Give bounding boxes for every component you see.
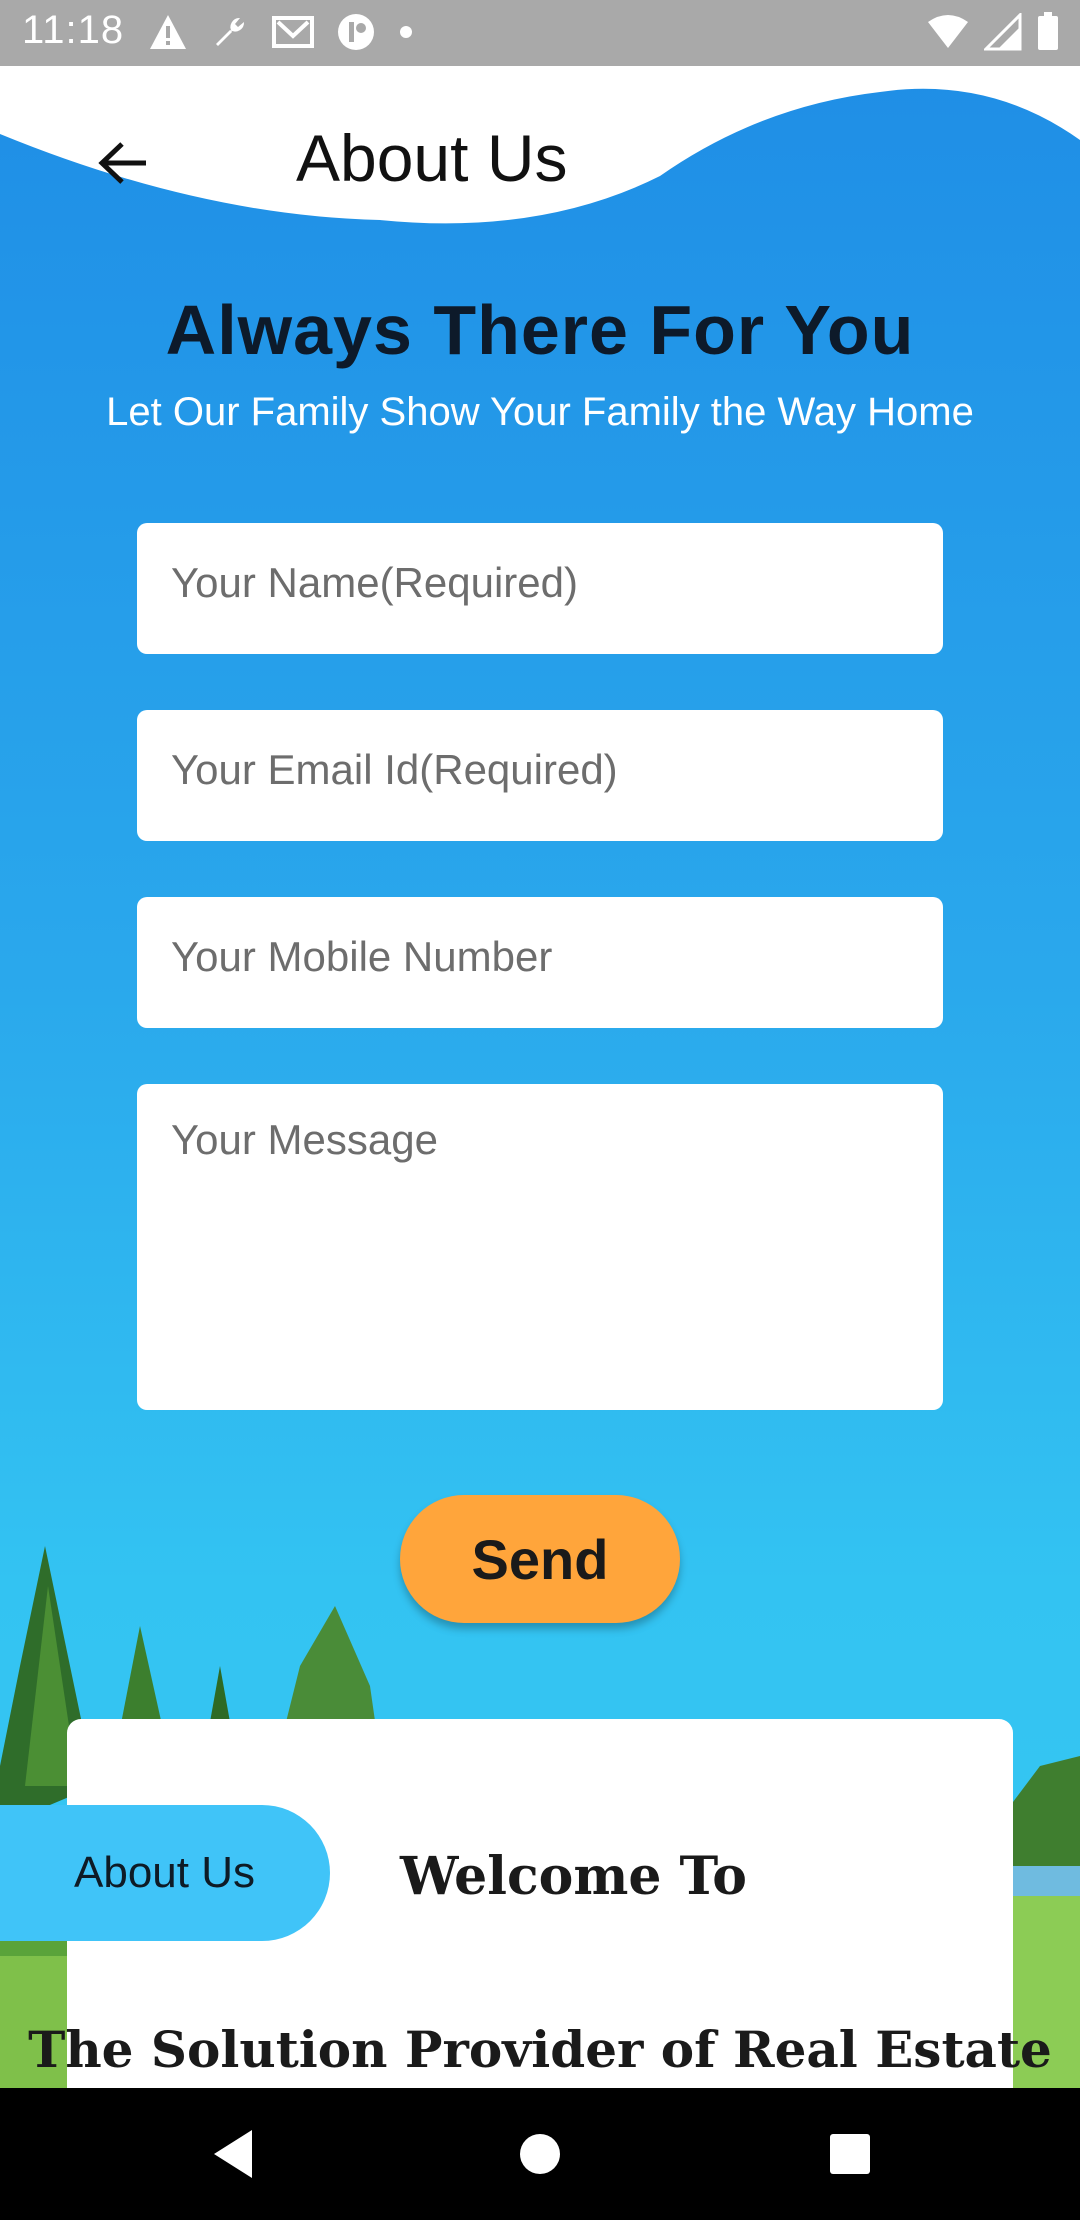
- status-icons-right: [926, 12, 1060, 52]
- welcome-heading: Welcome To: [400, 1846, 747, 1907]
- recents-square-icon[interactable]: [818, 2122, 882, 2186]
- navigation-bar: [0, 2088, 1080, 2220]
- signal-icon: [984, 13, 1022, 51]
- name-placeholder: Your Name(Required): [171, 559, 578, 606]
- mail-icon: [272, 16, 314, 48]
- message-placeholder: Your Message: [171, 1116, 438, 1163]
- mobile-placeholder: Your Mobile Number: [171, 933, 553, 980]
- mobile-input[interactable]: Your Mobile Number: [137, 897, 943, 1028]
- back-triangle-icon[interactable]: [204, 2122, 268, 2186]
- arrow-left-icon: [98, 142, 146, 184]
- about-us-pill[interactable]: About Us: [0, 1805, 330, 1941]
- status-time: 11:18: [22, 8, 125, 52]
- email-input[interactable]: Your Email Id(Required): [137, 710, 943, 841]
- wifi-icon: [928, 15, 968, 48]
- home-circle-icon[interactable]: [508, 2122, 572, 2186]
- message-input[interactable]: Your Message: [137, 1084, 943, 1410]
- dot-icon: [400, 26, 412, 38]
- page-title: About Us: [296, 121, 568, 195]
- warning-icon: [150, 15, 186, 49]
- hero-title: Always There For You: [165, 291, 915, 369]
- solution-heading: The Solution Provider of Real Estate: [28, 2020, 1052, 2079]
- battery-icon: [1038, 12, 1058, 50]
- status-bar: 11:18: [0, 0, 1080, 66]
- wrench-icon: [216, 17, 245, 46]
- app-icon: [338, 14, 374, 50]
- name-input[interactable]: Your Name(Required): [137, 523, 943, 654]
- email-placeholder: Your Email Id(Required): [171, 746, 618, 793]
- back-button[interactable]: [88, 128, 158, 198]
- send-button[interactable]: Send: [400, 1495, 680, 1623]
- app-screen: 11:18 About Us Always There For You Let …: [0, 0, 1080, 2220]
- hero-subtitle: Let Our Family Show Your Family the Way …: [106, 390, 974, 434]
- status-icons-left: [148, 12, 414, 52]
